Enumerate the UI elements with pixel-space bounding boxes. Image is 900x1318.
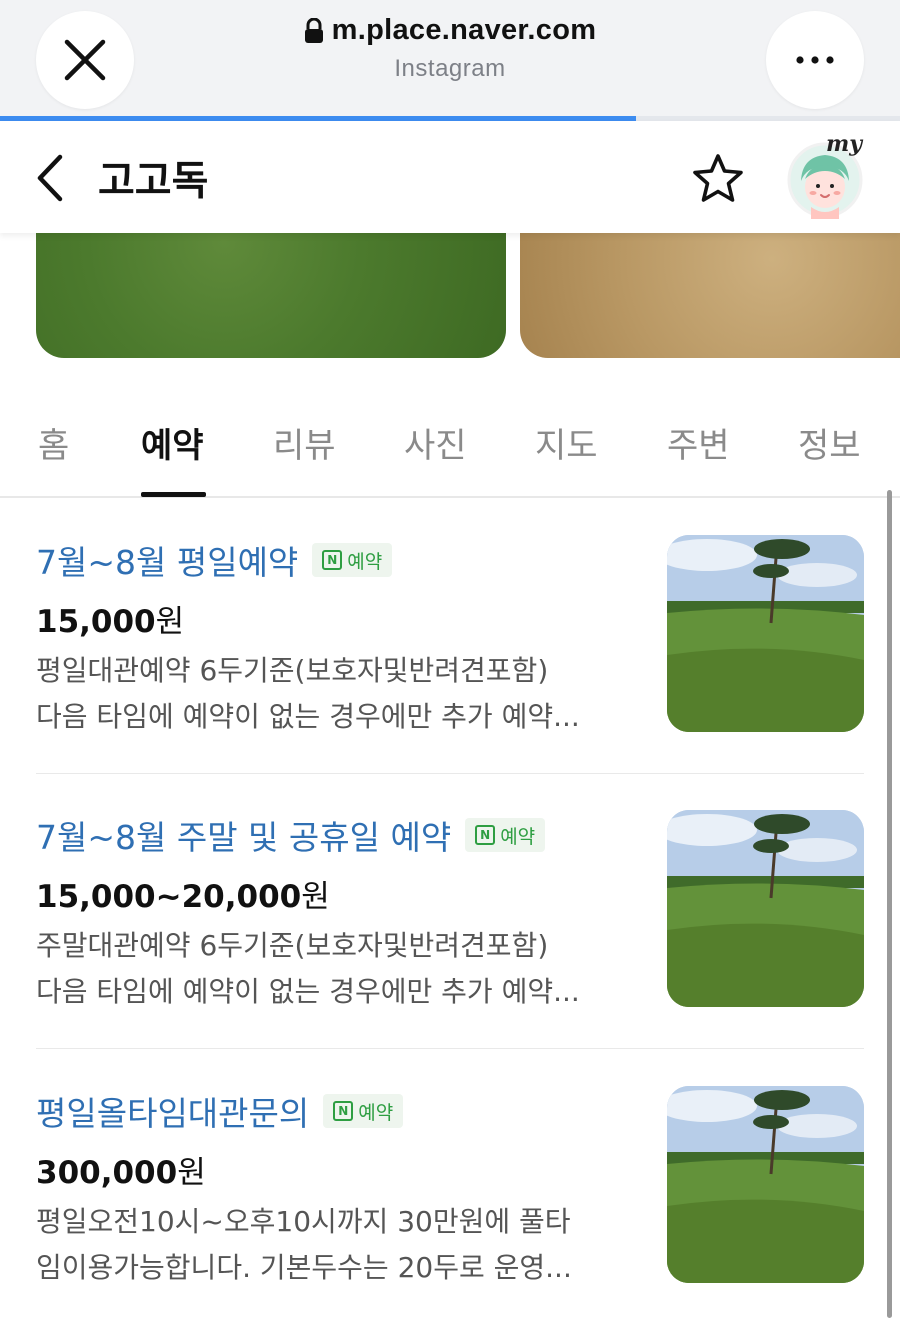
list-item[interactable]: 7월~8월 평일예약 N 예약 15,000원 평일대관예약 6두기준(보호자및… — [36, 500, 864, 775]
tab-home[interactable]: 홈 — [38, 418, 69, 467]
reservation-badge: N 예약 — [465, 818, 546, 852]
item-title[interactable]: 7월~8월 주말 및 공휴일 예약 — [36, 811, 451, 859]
item-divider — [36, 773, 864, 774]
item-thumbnail[interactable] — [667, 1086, 864, 1283]
tab-bar: 홈 예약 리뷰 사진 지도 주변 정보 — [0, 390, 900, 498]
item-price: 15,000원 — [36, 604, 185, 640]
my-label: my — [826, 131, 863, 157]
photo-dry-field[interactable] — [520, 233, 900, 358]
close-button[interactable] — [36, 11, 134, 109]
list-item[interactable]: 평일올타임대관문의 N 예약 300,000원 평일오전10시~오후10시까지 … — [36, 1051, 864, 1318]
item-price: 300,000원 — [36, 1155, 206, 1191]
list-item[interactable]: 7월~8월 주말 및 공휴일 예약 N 예약 15,000~20,000원 주말… — [36, 775, 864, 1050]
item-title[interactable]: 7월~8월 평일예약 — [36, 536, 298, 584]
tab-nearby[interactable]: 주변 — [667, 418, 730, 467]
favorite-button[interactable] — [690, 151, 746, 207]
more-icon — [796, 56, 834, 64]
reservation-badge: N 예약 — [312, 543, 393, 577]
tab-photos[interactable]: 사진 — [404, 418, 467, 467]
item-description: 평일오전10시~오후10시까지 30만원에 풀타 임이용가능합니다. 기본두수는… — [36, 1205, 572, 1284]
item-thumbnail[interactable] — [667, 535, 864, 732]
item-description: 주말대관예약 6두기준(보호자및반려견포함) 다음 타임에 예약이 없는 경우에… — [36, 929, 580, 1008]
item-thumbnail[interactable] — [667, 810, 864, 1007]
badge-label: 예약 — [347, 550, 383, 573]
more-options-button[interactable] — [766, 11, 864, 109]
photo-strip — [0, 233, 900, 359]
scrollbar[interactable] — [887, 490, 892, 1318]
back-button[interactable] — [28, 151, 74, 205]
star-icon — [693, 154, 743, 202]
tab-reviews[interactable]: 리뷰 — [273, 418, 336, 467]
naver-n-icon: N — [333, 1101, 354, 1121]
item-divider — [36, 1048, 864, 1049]
place-title: 고고독 — [98, 158, 209, 204]
item-title[interactable]: 평일올타임대관문의 — [36, 1087, 309, 1135]
naver-n-icon: N — [322, 550, 343, 570]
badge-label: 예약 — [500, 825, 536, 848]
app-header: 고고독 my — [0, 121, 900, 233]
source-app-label: Instagram — [394, 55, 506, 82]
tab-reservation[interactable]: 예약 — [141, 418, 204, 467]
naver-n-icon: N — [475, 825, 496, 845]
my-profile-button[interactable]: my — [786, 131, 868, 219]
address-area[interactable]: m.place.naver.com Instagram — [200, 14, 700, 83]
reservation-badge: N 예약 — [323, 1094, 404, 1128]
url-text: m.place.naver.com — [331, 14, 597, 46]
badge-label: 예약 — [358, 1101, 394, 1124]
photo-grass[interactable] — [36, 233, 506, 358]
item-price: 15,000~20,000원 — [36, 879, 330, 915]
tab-map[interactable]: 지도 — [535, 418, 598, 467]
active-tab-indicator — [141, 492, 206, 497]
close-icon — [64, 39, 106, 81]
tab-info[interactable]: 정보 — [798, 418, 861, 467]
item-description: 평일대관예약 6두기준(보호자및반려견포함) 다음 타임에 예약이 없는 경우에… — [36, 654, 580, 733]
browser-bar: m.place.naver.com Instagram — [0, 0, 900, 118]
chevron-left-icon — [37, 154, 63, 202]
lock-icon — [304, 17, 323, 43]
